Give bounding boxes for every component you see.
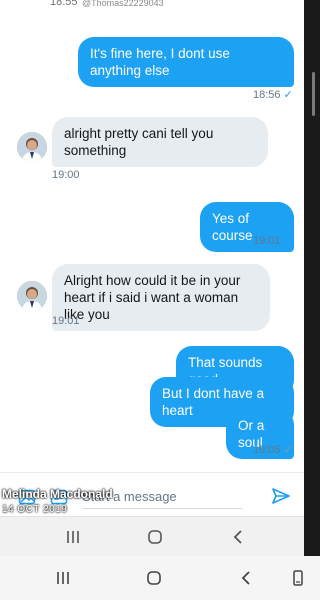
recents-icon[interactable] bbox=[54, 570, 72, 586]
sent-check-icon: ✓ bbox=[283, 444, 293, 456]
phone-screen: 18:55 @Thomas22229043 It's fine here, I … bbox=[0, 0, 320, 600]
partial-timestamp: 18:55 bbox=[50, 0, 78, 8]
message-timestamp: 19:01 ✓ bbox=[253, 235, 293, 247]
message-timestamp: 19:00 bbox=[52, 169, 80, 181]
overlay-username: Melinda Macdonald bbox=[2, 487, 113, 501]
read-check-icon: ✓ bbox=[283, 89, 293, 101]
avatar-image bbox=[17, 132, 47, 162]
outer-navigation-bar bbox=[0, 556, 320, 600]
message-incoming[interactable]: alright pretty cani tell you something bbox=[52, 117, 268, 167]
back-icon[interactable] bbox=[230, 529, 248, 545]
avatar[interactable] bbox=[17, 281, 47, 311]
back-icon[interactable] bbox=[238, 570, 256, 586]
avatar-image bbox=[17, 281, 47, 311]
message-timestamp: 19:01 bbox=[52, 315, 80, 327]
avatar[interactable] bbox=[17, 132, 47, 162]
message-outgoing[interactable]: It's fine here, I dont use anything else bbox=[78, 37, 294, 87]
overlay-date: 14 OCT 2019 bbox=[2, 504, 68, 515]
screenshot-icon[interactable] bbox=[289, 570, 307, 586]
message-timestamp: 18:56 ✓ bbox=[253, 89, 293, 101]
message-timestamp: 19:05 ✓ bbox=[253, 444, 293, 456]
scrollbar[interactable] bbox=[312, 72, 315, 116]
message-incoming[interactable]: Alright how could it be in your heart if… bbox=[52, 264, 270, 331]
send-icon[interactable] bbox=[270, 485, 292, 507]
home-icon[interactable] bbox=[145, 570, 163, 586]
inner-navigation-bar bbox=[0, 516, 304, 556]
home-icon[interactable] bbox=[146, 529, 164, 545]
recents-icon[interactable] bbox=[64, 529, 82, 545]
partial-handle: @Thomas22229043 bbox=[82, 0, 164, 7]
read-check-icon: ✓ bbox=[283, 235, 293, 247]
dm-conversation-screen: 18:55 @Thomas22229043 It's fine here, I … bbox=[0, 0, 304, 556]
